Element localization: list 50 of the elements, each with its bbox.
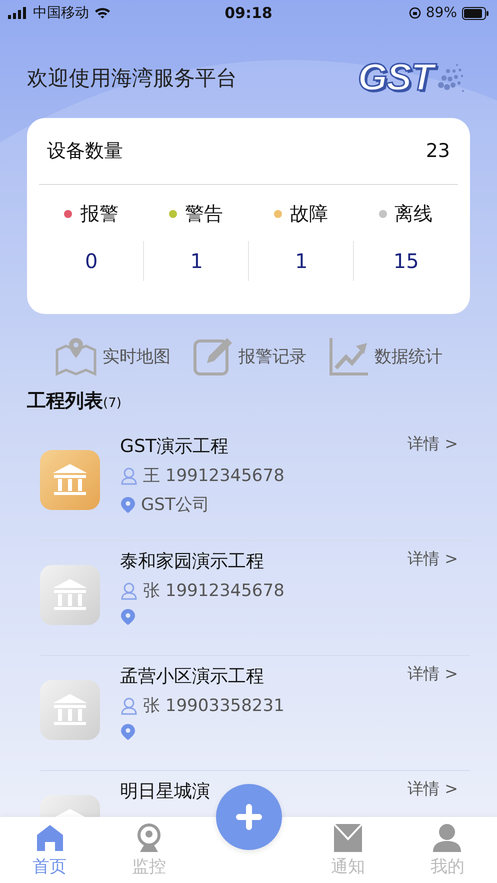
- location-pin-icon: [120, 496, 136, 514]
- rotation-lock-icon: [408, 7, 421, 19]
- section-title: 工程列表: [27, 389, 103, 414]
- mail-icon: [332, 822, 363, 852]
- shortcut-label[interactable]: 实时地图: [102, 344, 170, 368]
- project-name: 孟营小区演示工程: [120, 665, 265, 688]
- battery-percent: 89%: [426, 5, 457, 21]
- map-pin-icon[interactable]: [54, 336, 96, 376]
- address-text: GST公司: [141, 494, 210, 516]
- edit-icon[interactable]: [192, 336, 232, 376]
- tab-item[interactable]: 首页: [0, 817, 100, 883]
- shortcut-label[interactable]: 数据统计: [374, 344, 442, 368]
- device-count: 23: [426, 140, 450, 162]
- status-label: 警告: [185, 202, 224, 227]
- contact-text: 张 19903358231: [143, 695, 284, 717]
- detail-link[interactable]: 详情 >: [408, 779, 458, 817]
- location-pin-icon: [120, 608, 136, 626]
- project-name: 明日星城演: [120, 780, 211, 803]
- contact-text: 王 19912345678: [143, 465, 284, 487]
- carrier-name: 中国移动: [33, 4, 89, 22]
- person-icon: [120, 696, 138, 714]
- signal-icon: [8, 7, 28, 19]
- project-count: (7): [103, 396, 122, 411]
- contact-text: 张 19912345678: [143, 580, 284, 602]
- wifi-icon: [94, 7, 111, 19]
- person-icon: [120, 466, 138, 484]
- project-name: 泰和家园演示工程: [120, 550, 265, 573]
- user-icon: [432, 822, 462, 852]
- person-icon: [120, 582, 138, 600]
- project-name: GST演示工程: [120, 435, 230, 458]
- detail-link[interactable]: 详情 >: [408, 549, 458, 655]
- logo: GST: [358, 56, 467, 100]
- line-chart-icon[interactable]: [328, 336, 368, 376]
- plus-icon: [234, 802, 264, 832]
- location-pin-icon: [120, 723, 136, 741]
- device-count-label: 设备数量: [47, 139, 123, 164]
- status-count: 15: [352, 241, 458, 281]
- clock-time: 09:18: [224, 4, 272, 22]
- status-count: 1: [248, 241, 354, 281]
- detail-link[interactable]: 详情 >: [408, 664, 458, 770]
- shortcut-label[interactable]: 报警记录: [238, 344, 306, 368]
- status-label: 故障: [290, 202, 328, 227]
- status-label: 报警: [80, 202, 118, 227]
- status-count: 1: [143, 241, 249, 281]
- detail-link[interactable]: 详情 >: [408, 434, 458, 540]
- battery-icon: [462, 6, 489, 20]
- status-label: 离线: [394, 202, 433, 227]
- home-icon: [34, 822, 65, 852]
- status-count: 0: [84, 248, 99, 275]
- page-title: 欢迎使用海湾服务平台: [27, 65, 237, 92]
